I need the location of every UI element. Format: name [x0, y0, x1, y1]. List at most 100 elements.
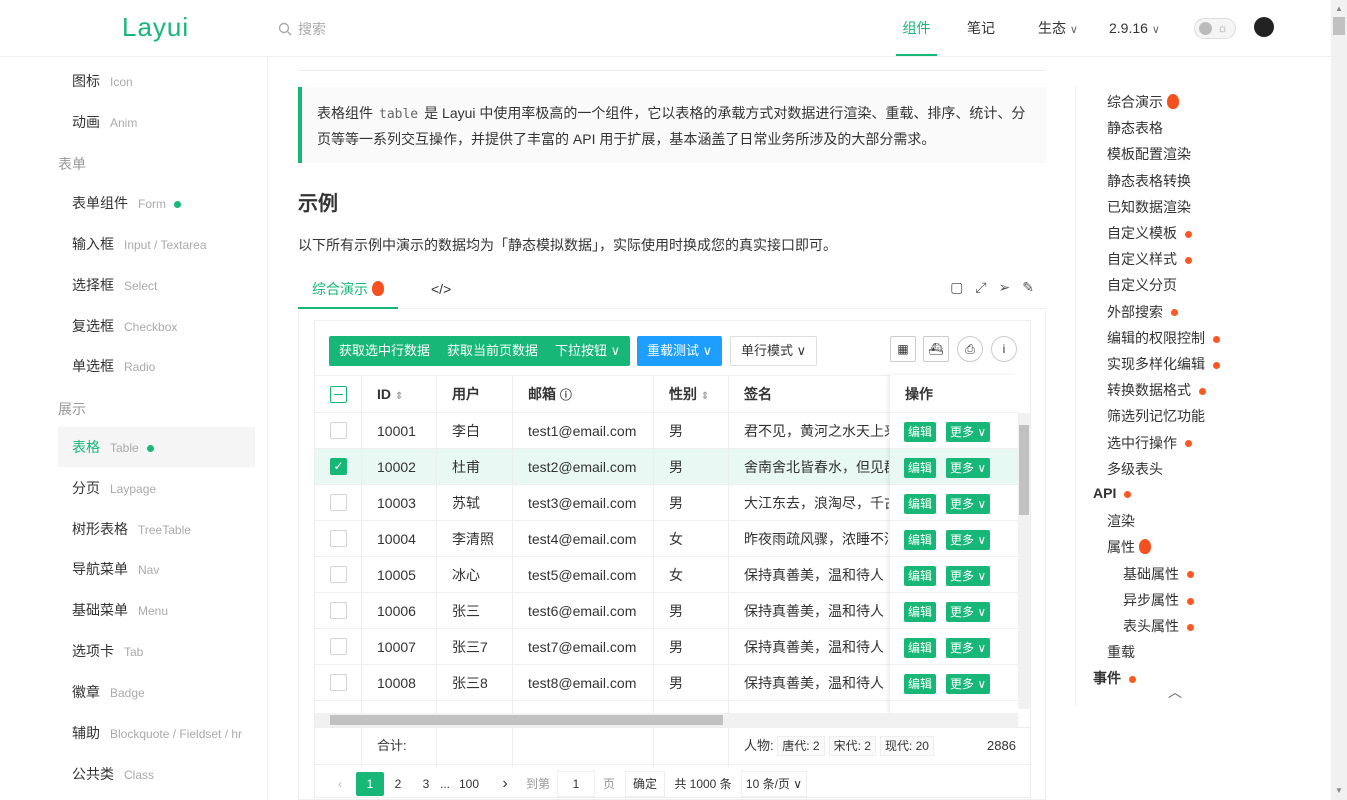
limit-select[interactable]: 10 条/页 ∨ — [741, 771, 807, 797]
tab-code[interactable]: </> — [431, 269, 451, 309]
fullscreen-icon[interactable]: ⤢ — [975, 279, 986, 296]
page-1[interactable]: 1 — [356, 772, 384, 796]
reload-test-button[interactable]: 重载测试 ∨ — [637, 336, 723, 366]
sidebar-item-form[interactable]: 表单组件 Form — [58, 183, 255, 223]
toc-item[interactable]: API — [1093, 485, 1132, 501]
edit-icon[interactable]: ✎ — [1022, 279, 1034, 296]
scroll-up-arrow[interactable]: ▲ — [1335, 4, 1343, 13]
row-checkbox[interactable] — [330, 674, 347, 691]
get-page-button[interactable]: 获取当前页数据 — [437, 336, 549, 366]
edit-button[interactable]: 编辑 — [904, 458, 937, 478]
toc-item[interactable]: 筛选列记忆功能 — [1107, 406, 1205, 426]
nav-notes[interactable]: 笔记 — [967, 0, 995, 56]
sidebar-item-anim[interactable]: 动画 Anim — [58, 102, 255, 142]
edit-button[interactable]: 编辑 — [904, 530, 937, 550]
chevron-up-icon[interactable]: ︿ — [1168, 682, 1182, 702]
toc-item[interactable]: 转换数据格式 — [1107, 380, 1206, 400]
col-sex[interactable]: 性别 ⇕ — [654, 376, 709, 412]
row-checkbox[interactable] — [330, 422, 347, 439]
row-checkbox[interactable] — [330, 530, 347, 547]
row-checkbox[interactable] — [330, 638, 347, 655]
edit-button[interactable]: 编辑 — [904, 674, 937, 694]
toc-item[interactable]: 异步属性 — [1123, 590, 1194, 610]
more-button[interactable]: 更多 ∨ — [946, 566, 991, 586]
get-checked-button[interactable]: 获取选中行数据 — [329, 336, 441, 366]
page-scroll-thumb[interactable] — [1333, 17, 1345, 35]
more-button[interactable]: 更多 ∨ — [946, 674, 991, 694]
dropdown-button[interactable]: 下拉按钮 ∨ — [545, 336, 631, 366]
toc-item[interactable]: 静态表格 — [1107, 118, 1163, 138]
print-icon[interactable]: ⎙ — [957, 336, 983, 362]
prev-page-icon[interactable]: ‹ — [330, 772, 350, 796]
toc-item[interactable]: 选中行操作 — [1107, 433, 1192, 453]
toc-item[interactable]: 基础属性 — [1123, 564, 1194, 584]
sidebar-item-radio[interactable]: 单选框 Radio — [58, 346, 255, 386]
github-icon[interactable] — [1254, 17, 1274, 37]
sidebar-item-tab[interactable]: 选项卡 Tab — [58, 631, 255, 671]
sidebar-item-select[interactable]: 选择框 Select — [58, 265, 255, 305]
more-button[interactable]: 更多 ∨ — [946, 638, 991, 658]
toc-item[interactable]: 实现多样化编辑 — [1107, 354, 1220, 374]
sidebar-item-input[interactable]: 输入框 Input / Textarea — [58, 224, 255, 264]
row-checkbox[interactable] — [330, 602, 347, 619]
more-button[interactable]: 更多 ∨ — [946, 422, 991, 442]
more-button[interactable]: 更多 ∨ — [946, 494, 991, 514]
search-box[interactable]: 搜索 — [278, 19, 326, 39]
sidebar-item-laypage[interactable]: 分页 Laypage — [58, 468, 255, 508]
info-circle-icon[interactable]: ⓘ — [560, 388, 572, 402]
sidebar-item-checkbox[interactable]: 复选框 Checkbox — [58, 306, 255, 346]
info-icon[interactable]: i — [991, 336, 1017, 362]
sidebar-item-treetable[interactable]: 树形表格 TreeTable — [58, 509, 255, 549]
send-icon[interactable]: ➢ — [999, 279, 1011, 296]
toc-item[interactable]: 表头属性 — [1123, 616, 1194, 636]
nav-version[interactable]: 2.9.16 ∨ — [1109, 0, 1160, 56]
theme-toggle[interactable]: ☼ — [1194, 18, 1236, 39]
page-3[interactable]: 3 — [418, 772, 434, 796]
columns-icon[interactable]: ▦ — [890, 336, 916, 362]
toc-item[interactable]: 属性 — [1107, 537, 1151, 557]
more-button[interactable]: 更多 ∨ — [946, 530, 991, 550]
more-button[interactable]: 更多 ∨ — [946, 458, 991, 478]
toc-item[interactable]: 事件 — [1093, 668, 1136, 688]
vscroll-thumb[interactable] — [1019, 425, 1029, 515]
edit-button[interactable]: 编辑 — [904, 602, 937, 622]
sidebar-item-table[interactable]: 表格 Table — [58, 427, 255, 467]
sidebar-item-nav[interactable]: 导航菜单 Nav — [58, 549, 255, 589]
toc-item[interactable]: 静态表格转换 — [1107, 171, 1191, 191]
page-last[interactable]: 100 — [455, 772, 483, 796]
toc-item[interactable]: 多级表头 — [1107, 459, 1163, 479]
table-vscroll[interactable] — [1018, 413, 1030, 709]
table-hscroll[interactable] — [315, 713, 1018, 727]
row-checkbox[interactable]: ✓ — [330, 458, 347, 475]
row-checkbox[interactable] — [330, 566, 347, 583]
edit-button[interactable]: 编辑 — [904, 638, 937, 658]
edit-button[interactable]: 编辑 — [904, 422, 937, 442]
more-button[interactable]: 更多 ∨ — [946, 602, 991, 622]
toc-item[interactable]: 已知数据渲染 — [1107, 197, 1191, 217]
sidebar-item-class[interactable]: 公共类 Class — [58, 754, 255, 794]
toc-item[interactable]: 综合演示 — [1107, 92, 1179, 112]
sidebar-item-menu[interactable]: 基础菜单 Menu — [58, 590, 255, 630]
sidebar-item-blockquote[interactable]: 辅助 Blockquote / Fieldset / hr — [58, 713, 255, 753]
sidebar-item-badge[interactable]: 徽章 Badge — [58, 672, 255, 712]
next-page-icon[interactable]: › — [495, 772, 515, 796]
export-icon[interactable]: ⛴ — [923, 336, 949, 362]
col-id[interactable]: ID ⇕ — [362, 376, 403, 412]
confirm-button[interactable]: 确定 — [625, 771, 665, 797]
logo[interactable]: Layui — [122, 12, 189, 43]
toc-item[interactable]: 自定义分页 — [1107, 275, 1177, 295]
toc-item[interactable]: 外部搜索 — [1107, 302, 1178, 322]
sidebar-item-icon[interactable]: 图标 Icon — [58, 61, 255, 101]
toc-item[interactable]: 编辑的权限控制 — [1107, 328, 1220, 348]
toc-item[interactable]: 模板配置渲染 — [1107, 144, 1191, 164]
page-2[interactable]: 2 — [390, 772, 406, 796]
nav-ecosystem[interactable]: 生态 ∨ — [1038, 0, 1078, 56]
toc-item[interactable]: 重载 — [1107, 642, 1135, 662]
edit-button[interactable]: 编辑 — [904, 566, 937, 586]
tab-demo[interactable]: 综合演示 — [298, 269, 398, 309]
row-checkbox[interactable] — [330, 494, 347, 511]
toc-item[interactable]: 自定义模板 — [1107, 223, 1192, 243]
hscroll-thumb[interactable] — [330, 715, 723, 725]
toc-item[interactable]: 自定义样式 — [1107, 249, 1192, 269]
page-scrollbar[interactable]: ▲ ▼ — [1331, 0, 1347, 800]
